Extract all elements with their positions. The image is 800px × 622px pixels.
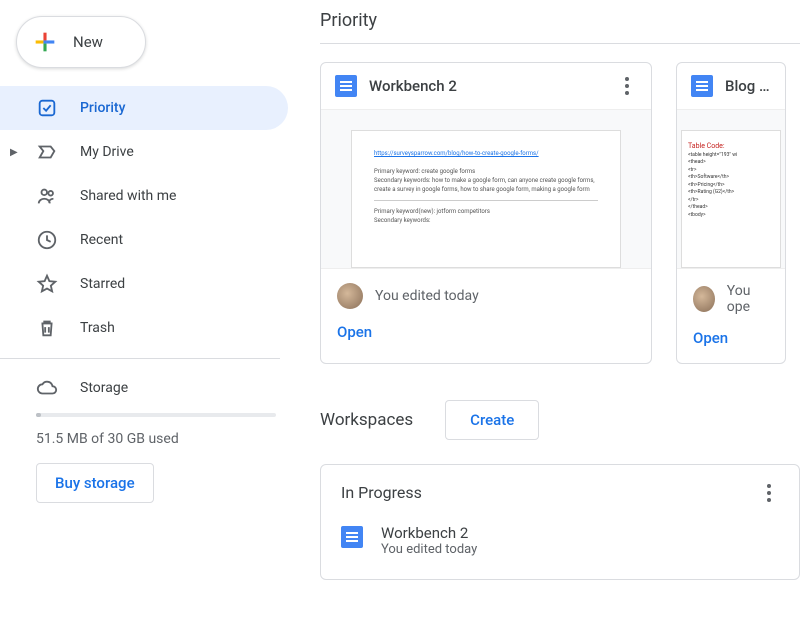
new-button-label: New xyxy=(73,33,103,51)
priority-cards-row: Workbench 2 https://surveysparrow.com/bl… xyxy=(320,62,800,364)
storage-used-text: 51.5 MB of 30 GB used xyxy=(36,431,300,447)
workspace-item[interactable]: Workbench 2 You edited today xyxy=(341,520,779,561)
sidebar-item-label: Shared with me xyxy=(80,188,176,204)
workspace-card-header: In Progress xyxy=(341,483,779,502)
storage-bar-fill xyxy=(36,413,41,417)
workspace-title: In Progress xyxy=(341,483,422,502)
docs-icon xyxy=(691,75,713,97)
storage-bar xyxy=(36,413,276,417)
star-icon xyxy=(36,273,58,295)
sidebar-item-label: Trash xyxy=(80,320,115,336)
card-status-text: You ope xyxy=(727,283,769,315)
workspaces-title: Workspaces xyxy=(320,410,413,430)
workspaces-header: Workspaces Create xyxy=(320,400,800,440)
avatar xyxy=(693,286,715,312)
sidebar-nav: Priority ▶ My Drive Shared with me Recen… xyxy=(0,86,300,350)
workspace-card[interactable]: In Progress Workbench 2 You edited today xyxy=(320,464,800,580)
divider xyxy=(320,43,800,44)
new-button[interactable]: New xyxy=(16,16,146,68)
more-icon[interactable] xyxy=(617,77,637,95)
card-header: Workbench 2 xyxy=(321,63,651,109)
card-status-text: You edited today xyxy=(375,288,479,304)
main-content: Priority Workbench 2 https://surveysparr… xyxy=(300,0,800,622)
trash-icon xyxy=(36,317,58,339)
more-icon[interactable] xyxy=(759,484,779,502)
sidebar: New Priority ▶ My Drive Shared with me xyxy=(0,0,300,622)
sidebar-item-storage[interactable]: Storage xyxy=(0,369,300,407)
plus-icon xyxy=(31,28,59,56)
storage-label: Storage xyxy=(80,380,128,396)
sidebar-item-label: Recent xyxy=(80,232,123,248)
sidebar-item-starred[interactable]: Starred xyxy=(0,262,288,306)
card-status-row: You edited today xyxy=(321,269,651,323)
sidebar-item-recent[interactable]: Recent xyxy=(0,218,288,262)
people-icon xyxy=(36,185,58,207)
priority-icon xyxy=(36,97,58,119)
sidebar-item-label: My Drive xyxy=(80,144,134,160)
workspace-item-text: Workbench 2 You edited today xyxy=(381,524,477,557)
doc-preview-paper: Table Code: <table height="193" wi <thea… xyxy=(681,130,781,268)
create-workspace-button[interactable]: Create xyxy=(445,400,539,440)
sidebar-item-trash[interactable]: Trash xyxy=(0,306,288,350)
open-button[interactable]: Open xyxy=(677,329,785,363)
card-status-row: You ope xyxy=(677,269,785,329)
priority-card[interactable]: Workbench 2 https://surveysparrow.com/bl… xyxy=(320,62,652,364)
workspace-item-subtitle: You edited today xyxy=(381,542,477,557)
doc-preview-paper: https://surveysparrow.com/blog/how-to-cr… xyxy=(351,130,621,268)
drive-icon xyxy=(36,141,58,163)
open-button[interactable]: Open xyxy=(321,323,651,357)
sidebar-item-shared[interactable]: Shared with me xyxy=(0,174,288,218)
page-title: Priority xyxy=(320,0,800,43)
avatar xyxy=(337,283,363,309)
sidebar-item-label: Priority xyxy=(80,100,125,116)
card-preview: Table Code: <table height="193" wi <thea… xyxy=(677,109,785,269)
sidebar-item-my-drive[interactable]: ▶ My Drive xyxy=(0,130,288,174)
cloud-icon xyxy=(36,377,58,399)
docs-icon xyxy=(341,526,363,548)
priority-card[interactable]: Blog Op Table Code: <table height="193" … xyxy=(676,62,786,364)
card-preview: https://surveysparrow.com/blog/how-to-cr… xyxy=(321,109,651,269)
clock-icon xyxy=(36,229,58,251)
divider xyxy=(0,358,280,359)
buy-storage-button[interactable]: Buy storage xyxy=(36,463,154,503)
card-header: Blog Op xyxy=(677,63,785,109)
docs-icon xyxy=(335,75,357,97)
chevron-right-icon[interactable]: ▶ xyxy=(10,147,18,158)
card-title: Blog Op xyxy=(725,77,771,95)
card-title: Workbench 2 xyxy=(369,77,605,95)
workspace-item-title: Workbench 2 xyxy=(381,524,477,542)
sidebar-item-label: Starred xyxy=(80,276,125,292)
sidebar-item-priority[interactable]: Priority xyxy=(0,86,288,130)
